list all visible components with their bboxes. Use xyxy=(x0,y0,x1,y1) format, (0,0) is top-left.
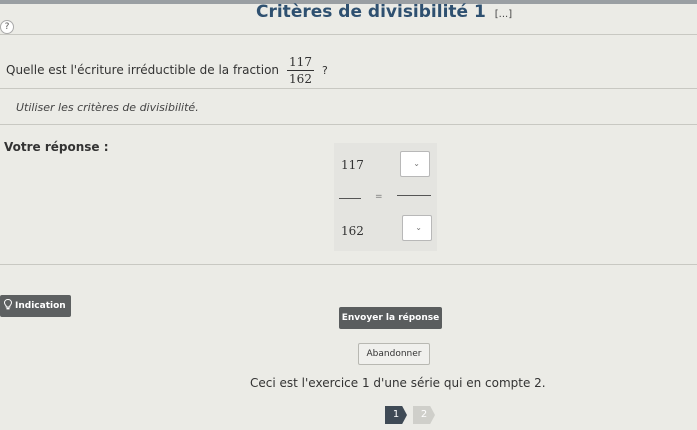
series-info-text: Ceci est l'exercice 1 d'une série qui en… xyxy=(250,376,546,390)
chevron-down-icon: ⌄ xyxy=(413,159,420,168)
numerator-select[interactable]: ⌄ xyxy=(400,151,430,177)
lightbulb-shape xyxy=(3,298,13,310)
page-indicator-1[interactable]: 1 xyxy=(385,406,407,424)
denominator-select[interactable]: ⌄ xyxy=(402,215,432,241)
question-statement: Quelle est l'écriture irréductible de la… xyxy=(6,52,328,88)
fraction-answer-widget: 117 ⌄ = 162 ⌄ xyxy=(334,143,437,251)
hint-text: Utiliser les critères de divisibilité. xyxy=(16,100,199,114)
hint-divider xyxy=(0,124,697,125)
hint-box: Utiliser les critères de divisibilité. xyxy=(0,90,697,124)
question-divider xyxy=(0,88,697,89)
answer-divider xyxy=(0,264,697,265)
right-fraction-bar xyxy=(397,195,431,196)
title-more-link[interactable]: [...] xyxy=(495,9,512,20)
question-text: Quelle est l'écriture irréductible de la… xyxy=(6,63,280,77)
left-fraction-bar xyxy=(339,198,361,199)
indication-button[interactable]: Indication xyxy=(0,295,71,317)
help-icon[interactable]: ? xyxy=(0,20,14,34)
fraction-numerator: 117 xyxy=(287,54,314,71)
question-fraction: 117 162 xyxy=(287,55,314,86)
indication-label: Indication xyxy=(15,301,66,311)
answer-left-numerator: 117 xyxy=(341,158,364,172)
answer-left-denominator: 162 xyxy=(341,224,364,238)
header-divider xyxy=(0,34,697,35)
abandon-button[interactable]: Abandonner xyxy=(358,343,430,365)
page-title: Critères de divisibilité 1 [...] xyxy=(256,2,512,22)
question-mark: ? xyxy=(321,63,328,77)
lightbulb-icon xyxy=(3,298,13,313)
submit-answer-button[interactable]: Envoyer la réponse xyxy=(339,307,442,329)
answer-label: Votre réponse : xyxy=(4,140,109,154)
chevron-down-icon: ⌄ xyxy=(415,223,422,232)
exercise-page: ? Critères de divisibilité 1 [...] Quell… xyxy=(0,0,697,430)
title-text: Critères de divisibilité 1 xyxy=(256,2,486,22)
page-indicator-2[interactable]: 2 xyxy=(413,406,435,424)
fraction-denominator: 162 xyxy=(289,71,312,86)
equals-sign: = xyxy=(375,192,383,202)
